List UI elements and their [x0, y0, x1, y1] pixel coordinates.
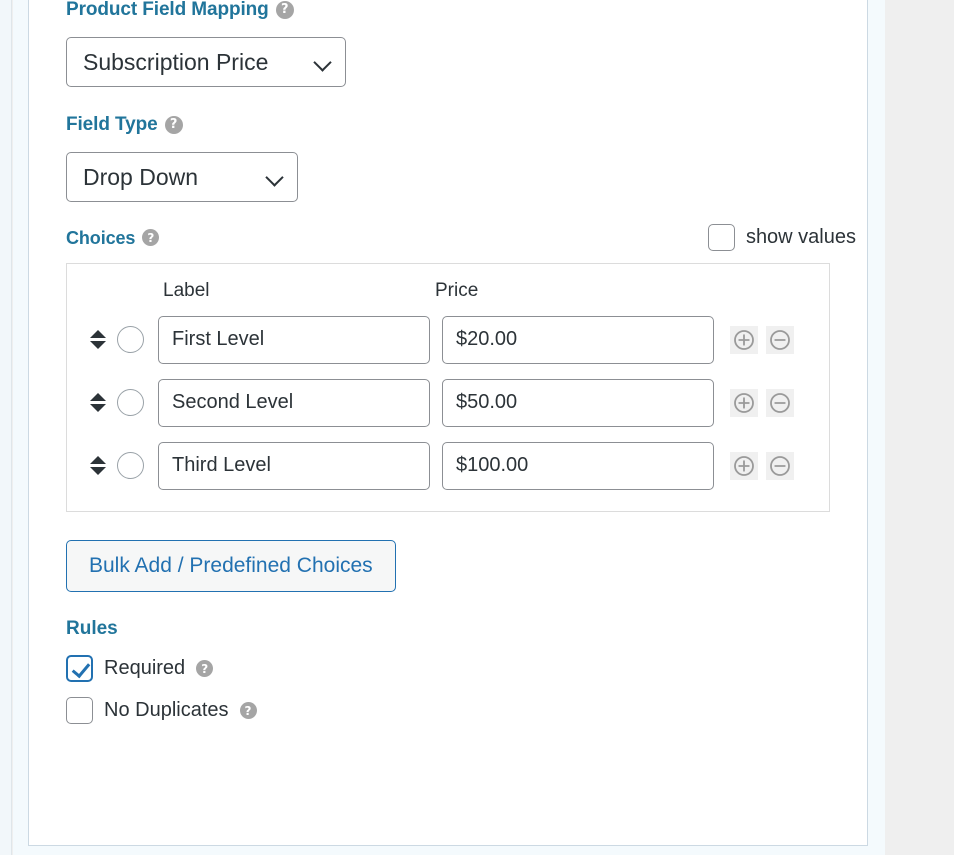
choice-price-input[interactable] [442, 315, 714, 364]
choice-default-radio[interactable] [117, 326, 144, 353]
choice-default-radio[interactable] [117, 452, 144, 479]
help-icon[interactable]: ? [142, 229, 160, 246]
product-field-mapping-selected-value: Subscription Price [83, 48, 269, 75]
rule-no-duplicates[interactable]: No Duplicates ? [66, 697, 856, 724]
choices-label: Choices ? [66, 227, 160, 248]
plus-circle-icon[interactable] [730, 451, 758, 480]
choice-row [67, 371, 829, 434]
help-icon[interactable]: ? [196, 660, 214, 677]
choices-label-text: Choices [66, 227, 136, 248]
show-values-toggle[interactable]: show values [707, 224, 856, 251]
help-icon[interactable]: ? [239, 702, 257, 719]
choice-price-input[interactable] [442, 378, 714, 427]
no-duplicates-label: No Duplicates [104, 699, 229, 721]
minus-circle-icon[interactable] [766, 325, 794, 354]
choice-label-input[interactable] [158, 441, 430, 490]
field-type-select[interactable]: Drop Down [66, 152, 298, 202]
required-checkbox[interactable] [66, 655, 93, 682]
choice-row-buttons [730, 325, 794, 354]
help-icon[interactable]: ? [164, 115, 183, 134]
drag-updown-icon[interactable] [86, 393, 110, 412]
choice-default-radio[interactable] [117, 389, 144, 416]
field-type-selected-value: Drop Down [83, 163, 199, 190]
drag-updown-icon[interactable] [86, 456, 110, 475]
field-type-label: Field Type ? [66, 115, 856, 134]
product-field-mapping-label: Product Field Mapping ? [66, 0, 856, 19]
choices-table: Label Price [66, 263, 830, 512]
field-settings-panel: Product Field Mapping ? Subscription Pri… [28, 0, 868, 846]
choice-row [67, 308, 829, 371]
choice-row [67, 434, 829, 497]
minus-circle-icon[interactable] [766, 388, 794, 417]
choice-price-input[interactable] [442, 441, 714, 490]
plus-circle-icon[interactable] [730, 388, 758, 417]
column-header-label: Label [163, 280, 210, 301]
left-gutter [0, 0, 12, 855]
product-field-mapping-label-text: Product Field Mapping [66, 0, 269, 20]
field-type-label-text: Field Type [66, 114, 158, 135]
rules-title: Rules [66, 618, 118, 639]
choices-column-headers: Label Price [67, 274, 829, 308]
choice-label-input[interactable] [158, 315, 430, 364]
no-duplicates-checkbox[interactable] [66, 697, 93, 724]
show-values-label: show values [745, 226, 856, 248]
rule-required[interactable]: Required ? [66, 655, 856, 682]
screen: Product Field Mapping ? Subscription Pri… [0, 0, 954, 855]
product-field-mapping-select[interactable]: Subscription Price [66, 37, 346, 87]
choices-header: Choices ? show values [66, 224, 856, 251]
help-icon[interactable]: ? [275, 0, 294, 19]
right-background [885, 0, 954, 855]
drag-updown-icon[interactable] [86, 330, 110, 349]
chevron-down-icon [315, 54, 331, 70]
plus-circle-icon[interactable] [730, 325, 758, 354]
column-header-price: Price [435, 280, 479, 301]
minus-circle-icon[interactable] [766, 451, 794, 480]
bulk-add-predefined-choices-button[interactable]: Bulk Add / Predefined Choices [66, 540, 396, 592]
choice-label-input[interactable] [158, 378, 430, 427]
chevron-down-icon [267, 169, 283, 185]
show-values-checkbox[interactable] [707, 224, 735, 251]
required-label: Required [104, 657, 186, 679]
choice-row-buttons [730, 451, 794, 480]
choice-row-buttons [730, 388, 794, 417]
